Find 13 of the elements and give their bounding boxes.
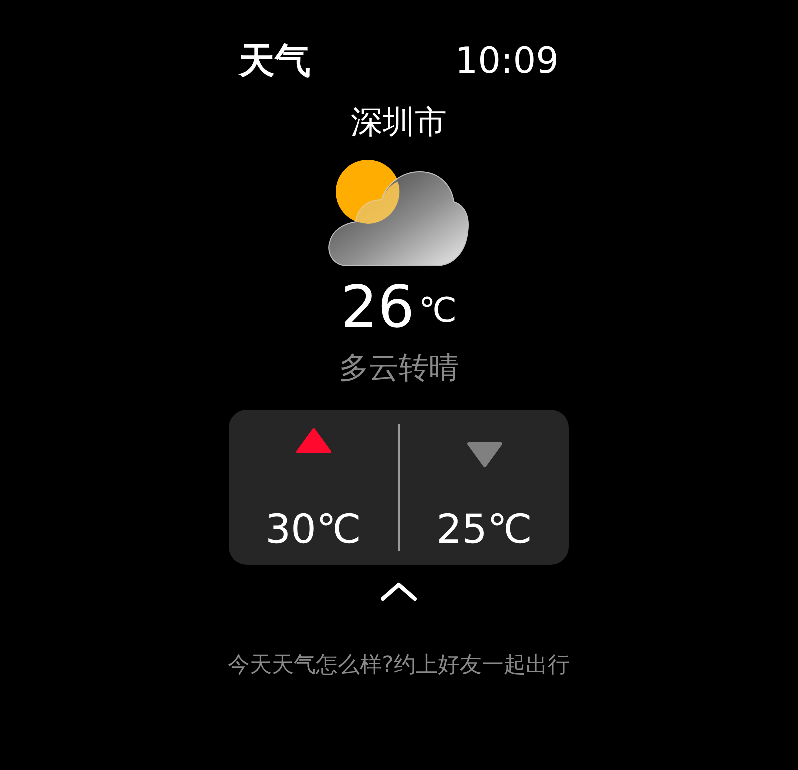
up-triangle-icon xyxy=(296,428,332,454)
weather-condition: 多云转晴 xyxy=(339,354,459,384)
down-triangle-icon xyxy=(466,442,502,468)
current-temperature: 26 xyxy=(341,278,415,336)
temperature-unit: ℃ xyxy=(418,294,457,328)
temperature-value: 30℃ xyxy=(266,510,362,550)
city-name: 深圳市 xyxy=(351,106,447,138)
chevron-up-icon[interactable] xyxy=(379,581,419,603)
partly-cloudy-icon xyxy=(328,160,470,268)
clock-time: 10:09 xyxy=(455,44,559,80)
app-title: 天气 xyxy=(239,44,311,80)
suggestion-text: 今天天气怎么样?约上好友一起出行 xyxy=(228,655,570,677)
temperature-value: 25℃ xyxy=(436,510,532,550)
